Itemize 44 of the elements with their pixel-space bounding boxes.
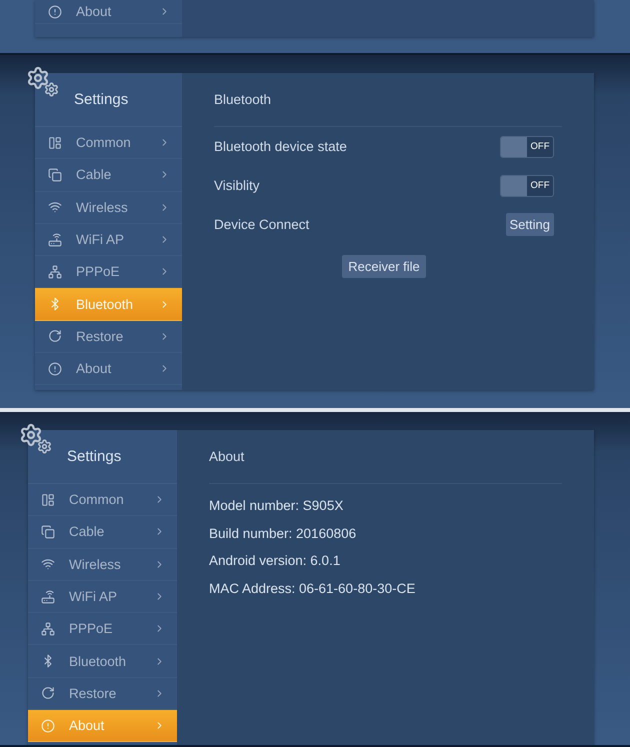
sidebar-item[interactable]: Common — [35, 127, 182, 160]
sidebar-item[interactable]: Wireless — [35, 192, 182, 224]
monitors-icon — [48, 168, 62, 182]
sidebar-item[interactable]: Cable — [28, 516, 177, 549]
gears-icon — [26, 66, 60, 98]
setting-button[interactable]: Setting — [506, 213, 554, 236]
info-line: Android version: 6.0.1 — [209, 552, 342, 570]
section-title: Bluetooth — [214, 92, 272, 107]
refresh-icon — [48, 329, 62, 344]
sidebar-item[interactable]: Restore — [35, 320, 182, 354]
gears-icon — [19, 423, 53, 455]
refresh-icon — [41, 686, 55, 700]
sidebar-item[interactable]: About — [35, 353, 182, 386]
layout-icon — [41, 492, 55, 507]
settings-title: Settings — [67, 448, 122, 465]
layout-icon — [48, 136, 62, 150]
info-line: MAC Address: 06-61-60-80-30-CE — [209, 580, 416, 598]
alert-icon — [48, 4, 62, 18]
info-line: Build number: 20160806 — [209, 524, 358, 543]
sidebar-item[interactable]: Wireless — [28, 548, 177, 581]
sidebar-item[interactable]: Cable — [35, 159, 182, 192]
network-icon — [41, 622, 55, 636]
sidebar-item[interactable]: Bluetooth — [28, 645, 177, 678]
sidebar-item[interactable]: WiFi AP — [28, 580, 177, 614]
setting-label: Device Connect — [214, 217, 310, 232]
setting-label: Visiblity — [214, 178, 260, 193]
sidebar-item[interactable]: PPPoE — [28, 613, 177, 646]
monitors-icon — [41, 524, 55, 539]
network-icon — [48, 264, 62, 279]
alert-icon — [48, 362, 62, 376]
router-icon — [41, 590, 55, 604]
settings-title: Settings — [74, 91, 128, 108]
alert-icon — [41, 718, 55, 733]
sidebar-item[interactable]: About — [28, 710, 177, 742]
toggle-switch[interactable]: OFF — [500, 136, 554, 158]
sidebar-item[interactable]: Bluetooth — [35, 288, 182, 321]
info-line: Model number: S905X — [209, 497, 344, 516]
section-title: About — [209, 449, 244, 464]
sidebar-item[interactable]: Common — [28, 484, 177, 516]
sidebar-item[interactable]: WiFi AP — [35, 224, 182, 256]
setting-label: Bluetooth device state — [214, 139, 347, 154]
receiver-file-button[interactable]: Receiver file — [342, 255, 426, 278]
toggle-switch[interactable]: OFF — [500, 174, 554, 196]
router-icon — [48, 232, 62, 247]
